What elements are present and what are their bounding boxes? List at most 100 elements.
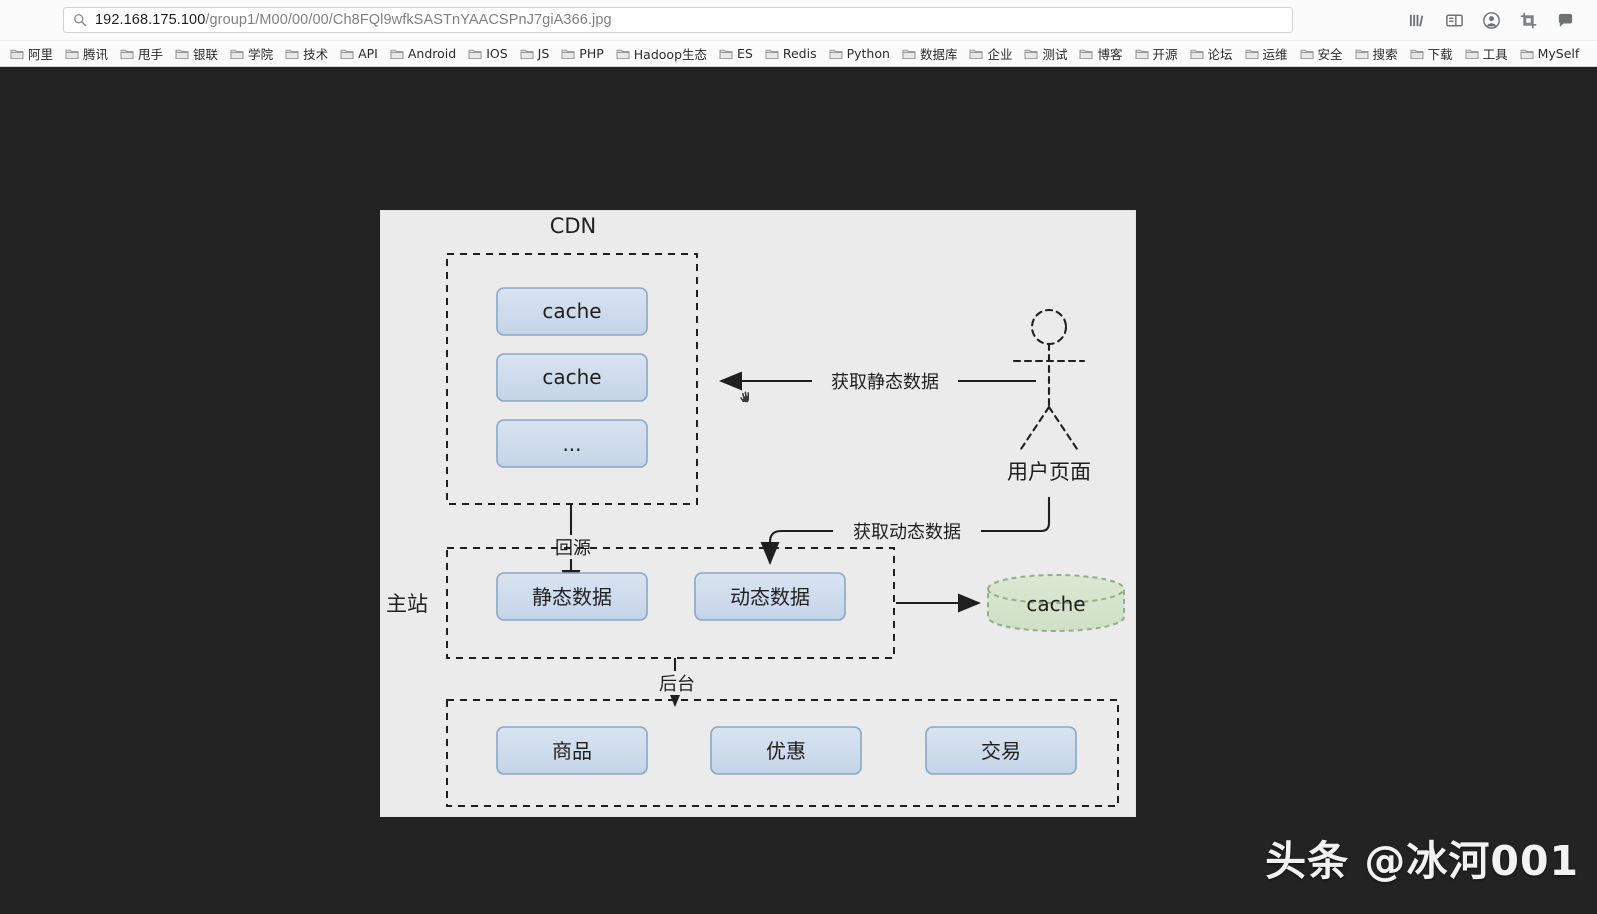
url-text: 192.168.175.100/group1/M00/00/00/Ch8FQl9…	[95, 12, 612, 28]
grab-hand-cursor	[739, 390, 750, 404]
bookmark-item[interactable]: 腾讯	[59, 43, 114, 65]
bookmark-label: 博客	[1097, 47, 1123, 62]
side-cache-label: cache	[1026, 592, 1085, 616]
folder-icon	[765, 49, 779, 59]
backend-node-2-label: 优惠	[766, 739, 806, 763]
cdn-title: CDN	[550, 214, 597, 238]
bookmark-item[interactable]: Redis	[759, 43, 823, 65]
bookmark-label: 工具	[1482, 47, 1508, 62]
bookmark-item[interactable]: 银联	[169, 43, 224, 65]
bookmark-label: 安全	[1317, 47, 1343, 62]
bookmark-item[interactable]: Python	[823, 43, 896, 65]
bookmark-label: PHP	[579, 46, 604, 61]
bookmark-item[interactable]: 博客	[1073, 43, 1128, 65]
bookmarks-bar: 阿里 腾讯 甩手 银联 学院 技术 API Android IOS JS PHP Hadoop生态 ES…	[0, 40, 1597, 66]
bookmark-label: API	[358, 46, 378, 61]
folder-icon	[1245, 49, 1258, 59]
bookmark-item[interactable]: 学院	[224, 43, 279, 65]
backend-node-1-label: 商品	[552, 739, 592, 763]
bookmark-label: Python	[846, 46, 890, 61]
page-viewport: CDN cache cache ... 用户页面 获取静态数据 回源 主站 静态…	[0, 67, 1597, 914]
bookmark-item[interactable]: ES	[713, 43, 759, 65]
bookmark-item[interactable]: 数据库	[896, 43, 964, 65]
bookmark-label: ES	[737, 46, 753, 61]
folder-icon	[561, 49, 575, 59]
bookmark-item[interactable]: 测试	[1018, 43, 1073, 65]
mainsite-node-dynamic-label: 动态数据	[730, 585, 810, 609]
bookmark-label: IOS	[486, 46, 508, 61]
folder-icon	[829, 49, 843, 59]
toolbar-icon-group	[1408, 11, 1589, 30]
bookmark-item[interactable]: IOS	[462, 43, 513, 65]
folder-icon	[340, 49, 354, 59]
folder-icon	[520, 49, 534, 59]
folder-icon	[970, 49, 983, 59]
bookmark-label: MySelf	[1537, 46, 1580, 61]
mainsite-label: 主站	[386, 592, 428, 616]
cdn-node-1-label: cache	[542, 299, 601, 323]
folder-icon	[1520, 49, 1534, 59]
bookmark-item[interactable]: MySelf	[1514, 43, 1586, 65]
bookmark-item[interactable]: 工具	[1459, 43, 1514, 65]
cdn-node-3-label: ...	[562, 432, 581, 456]
watermark-text: 头条 @冰河001	[1265, 837, 1579, 885]
url-host: 192.168.175.100	[95, 12, 206, 28]
bookmark-label: Hadoop生态	[633, 47, 708, 62]
folder-icon	[175, 49, 189, 59]
folder-icon	[1300, 49, 1313, 59]
edge-huiyuan-label: 回源	[555, 538, 591, 559]
browser-toolbar: 192.168.175.100/group1/M00/00/00/Ch8FQl9…	[0, 0, 1597, 40]
folder-icon	[719, 49, 733, 59]
folder-icon	[230, 49, 244, 59]
bookmark-item[interactable]: 开源	[1129, 43, 1184, 65]
bookmark-label: 技术	[303, 47, 329, 62]
bookmark-label: 论坛	[1207, 47, 1233, 62]
bookmark-item[interactable]: 下载	[1404, 43, 1459, 65]
bookmark-item[interactable]: 搜索	[1349, 43, 1404, 65]
bookmark-item[interactable]: API	[334, 43, 384, 65]
bookmark-label: Android	[407, 46, 457, 61]
bookmark-label: 阿里	[28, 47, 54, 62]
address-bar[interactable]: 192.168.175.100/group1/M00/00/00/Ch8FQl9…	[63, 7, 1293, 33]
bookmark-label: 银联	[193, 47, 219, 62]
folder-icon	[1465, 49, 1479, 59]
actor-label: 用户页面	[1007, 460, 1091, 484]
bookmark-item[interactable]: Hadoop生态	[610, 43, 713, 65]
bookmark-label: 数据库	[919, 47, 958, 62]
folder-icon	[1410, 49, 1424, 59]
bookmark-label: 运维	[1262, 47, 1288, 62]
bookmark-item[interactable]: 运维	[1239, 43, 1294, 65]
folder-icon	[1080, 49, 1093, 59]
url-path: /group1/M00/00/00/Ch8FQl9wfkSASTnYAACSPn…	[205, 12, 612, 28]
collections-icon[interactable]	[1408, 11, 1427, 30]
bookmark-item[interactable]: Android	[384, 43, 462, 65]
edge-backend-label: 后台	[659, 674, 695, 695]
bookmark-item[interactable]: 企业	[963, 43, 1018, 65]
bookmark-label: 开源	[1152, 47, 1178, 62]
bookmark-label: 学院	[248, 47, 274, 62]
bookmark-label: JS	[537, 46, 550, 61]
folder-icon	[1190, 49, 1203, 59]
feedback-chat-icon[interactable]	[1556, 11, 1575, 30]
bookmark-item[interactable]: PHP	[555, 43, 609, 65]
bookmark-item[interactable]: 阿里	[4, 43, 59, 65]
folder-icon	[468, 49, 482, 59]
backend-node-3-label: 交易	[981, 739, 1021, 763]
bookmark-item[interactable]: 甩手	[114, 43, 169, 65]
bookmark-label: 测试	[1042, 47, 1068, 62]
profile-icon[interactable]	[1482, 11, 1501, 30]
reading-list-icon[interactable]	[1445, 11, 1464, 30]
bookmark-item[interactable]: JS	[514, 43, 556, 65]
bookmark-label: 下载	[1427, 47, 1453, 62]
folder-icon	[120, 49, 134, 59]
screenshot-crop-icon[interactable]	[1519, 11, 1538, 30]
mainsite-node-static-label: 静态数据	[532, 585, 612, 609]
bookmark-label: 企业	[987, 47, 1013, 62]
search-icon	[74, 14, 87, 27]
folder-icon	[1135, 49, 1148, 59]
bookmark-item[interactable]: 技术	[279, 43, 334, 65]
diagram-image: CDN cache cache ... 用户页面 获取静态数据 回源 主站 静态…	[381, 211, 1135, 816]
bookmark-item[interactable]: 安全	[1294, 43, 1349, 65]
bookmark-item[interactable]: 论坛	[1184, 43, 1239, 65]
edge-dynamic-label: 获取动态数据	[853, 522, 961, 543]
